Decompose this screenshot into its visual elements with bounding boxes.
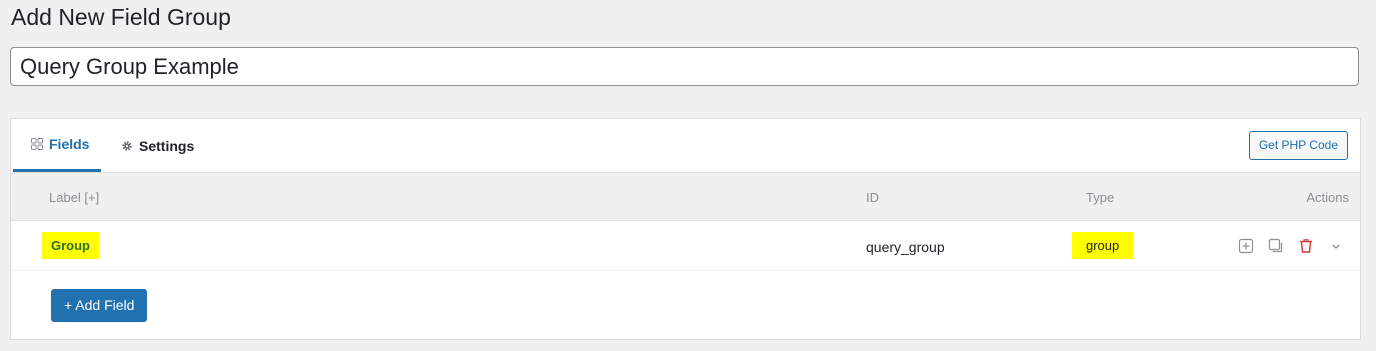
chevron-down-icon[interactable] <box>1328 238 1344 254</box>
add-subfield-icon[interactable] <box>1238 238 1254 254</box>
tab-settings-label: Settings <box>139 137 195 154</box>
column-header-id: ID <box>866 190 879 205</box>
tab-fields-label: Fields <box>49 136 90 152</box>
fields-panel: Fields Settings Get PHP Code Label [+] I… <box>10 118 1361 340</box>
field-label-link[interactable]: Group <box>42 232 99 259</box>
trash-icon[interactable] <box>1298 238 1314 254</box>
column-header-label[interactable]: Label [+] <box>49 190 99 205</box>
row-actions <box>1238 238 1344 254</box>
field-id: query_group <box>866 239 945 255</box>
get-php-code-button[interactable]: Get PHP Code <box>1248 131 1348 160</box>
field-group-title-input[interactable] <box>10 47 1359 86</box>
table-row: Group query_group group <box>11 221 1360 271</box>
grid-icon <box>31 138 43 150</box>
table-header: Label [+] ID Type Actions <box>11 173 1360 221</box>
add-field-button[interactable]: + Add Field <box>51 289 148 322</box>
tab-fields[interactable]: Fields <box>13 119 102 172</box>
tab-bar: Fields Settings Get PHP Code <box>11 119 1360 173</box>
field-type: group <box>1072 232 1134 259</box>
gear-icon <box>121 140 133 152</box>
tab-settings[interactable]: Settings <box>121 119 194 172</box>
column-header-type: Type <box>1086 190 1115 205</box>
duplicate-icon[interactable] <box>1268 238 1284 254</box>
page-title: Add New Field Group <box>11 4 231 30</box>
column-header-actions: Actions <box>1306 190 1349 205</box>
